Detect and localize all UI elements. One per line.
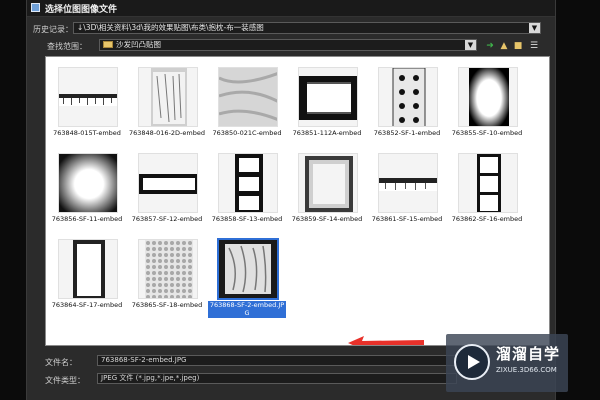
play-logo-icon [454,344,490,380]
file-thumbnail[interactable] [458,67,518,127]
annotation-arrow [348,336,424,345]
file-name: 763851-112A-embed [292,129,362,137]
file-name: 763857-SF-12-embed [131,215,203,223]
lookin-dropdown[interactable]: 沙发凹凸贴图 ▼ [99,39,477,51]
history-dropdown[interactable]: ↓\3D\相关资料\3d\我的效果贴图\布类\抱枕-布一装感图 ▼ [73,22,541,34]
up-folder-icon[interactable]: ▲ [499,41,509,51]
file-item[interactable]: 763857-SF-12-embed [128,149,206,229]
file-name: 763859-SF-14-embed [291,215,363,223]
title-bar: 选择位图图像文件 [27,0,555,17]
file-thumbnail[interactable] [58,239,118,299]
file-item[interactable]: 763848-015T-embed [48,63,126,143]
file-name: 763862-SF-16-embed [451,215,523,223]
file-thumbnail[interactable] [458,153,518,213]
file-name: 763855-SF-10-embed [451,129,523,137]
file-item[interactable]: 763850-021C-embed [208,63,286,143]
file-item[interactable]: 763865-SF-18-embed [128,235,206,315]
new-folder-icon[interactable]: ■ [513,41,523,51]
folder-icon [103,41,113,48]
file-name: 763861-SF-15-embed [371,215,443,223]
file-item[interactable]: 763851-112A-embed [288,63,366,143]
file-thumbnail[interactable] [218,67,278,127]
history-path: ↓\3D\相关资料\3d\我的效果贴图\布类\抱枕-布一装感图 [77,23,264,32]
filetype-label: 文件类型： [45,376,85,385]
file-thumbnail[interactable] [298,67,358,127]
back-icon[interactable]: ➜ [485,41,495,51]
chevron-down-icon[interactable]: ▼ [465,40,476,50]
lookin-label: 查找范围： [47,42,87,51]
file-thumbnail[interactable] [378,153,438,213]
watermark: 溜溜自学 ZIXUE.3D66.COM [446,334,568,392]
view-menu-icon[interactable]: ☰ [529,41,539,51]
file-name: 763868-SF-2-embed.JPG [208,301,286,318]
filetype-dropdown[interactable]: JPEG 文件 (*.jpg,*.jpe,*.jpeg) [97,373,457,384]
file-item[interactable]: 763864-SF-17-embed [48,235,126,315]
file-item-selected[interactable]: 763868-SF-2-embed.JPG [208,235,286,318]
file-thumbnail[interactable] [58,67,118,127]
file-thumbnail[interactable] [138,67,198,127]
file-thumbnail[interactable] [218,153,278,213]
watermark-text: 溜溜自学 [496,345,561,363]
app-icon [31,3,40,12]
file-thumbnail-pane[interactable]: 763848-015T-embed 763848-016-2D-embed 76… [45,56,550,346]
file-name: 763856-SF-11-embed [51,215,123,223]
file-item[interactable]: 763855-SF-10-embed [448,63,526,143]
file-name: 763848-016-2D-embed [129,129,205,137]
watermark-url: ZIXUE.3D66.COM [496,366,557,374]
file-name: 763850-021C-embed [212,129,282,137]
file-name: 763858-SF-13-embed [211,215,283,223]
file-thumbnail[interactable] [138,239,198,299]
file-item[interactable]: 763858-SF-13-embed [208,149,286,229]
history-label: 历史记录： [33,25,73,34]
file-name: 763865-SF-18-embed [131,301,203,309]
lookin-value: 沙发凹凸贴图 [116,40,161,49]
file-item[interactable]: 763861-SF-15-embed [368,149,446,229]
file-thumbnail[interactable] [217,238,279,300]
file-item[interactable]: 763856-SF-11-embed [48,149,126,229]
file-item[interactable]: 763862-SF-16-embed [448,149,526,229]
file-name: 763864-SF-17-embed [51,301,123,309]
filename-input[interactable]: 763868-SF-2-embed.JPG [97,355,457,366]
file-item[interactable]: 763852-SF-1-embed [368,63,446,143]
filename-label: 文件名： [45,358,77,367]
file-thumbnail[interactable] [298,153,358,213]
chevron-down-icon[interactable]: ▼ [529,23,540,33]
file-thumbnail[interactable] [378,67,438,127]
file-thumbnail[interactable] [58,153,118,213]
dialog-title: 选择位图图像文件 [45,5,118,15]
file-thumbnail[interactable] [138,153,198,213]
file-name: 763852-SF-1-embed [373,129,441,137]
file-item[interactable]: 763859-SF-14-embed [288,149,366,229]
file-name: 763848-015T-embed [53,129,121,137]
file-item[interactable]: 763848-016-2D-embed [128,63,206,143]
